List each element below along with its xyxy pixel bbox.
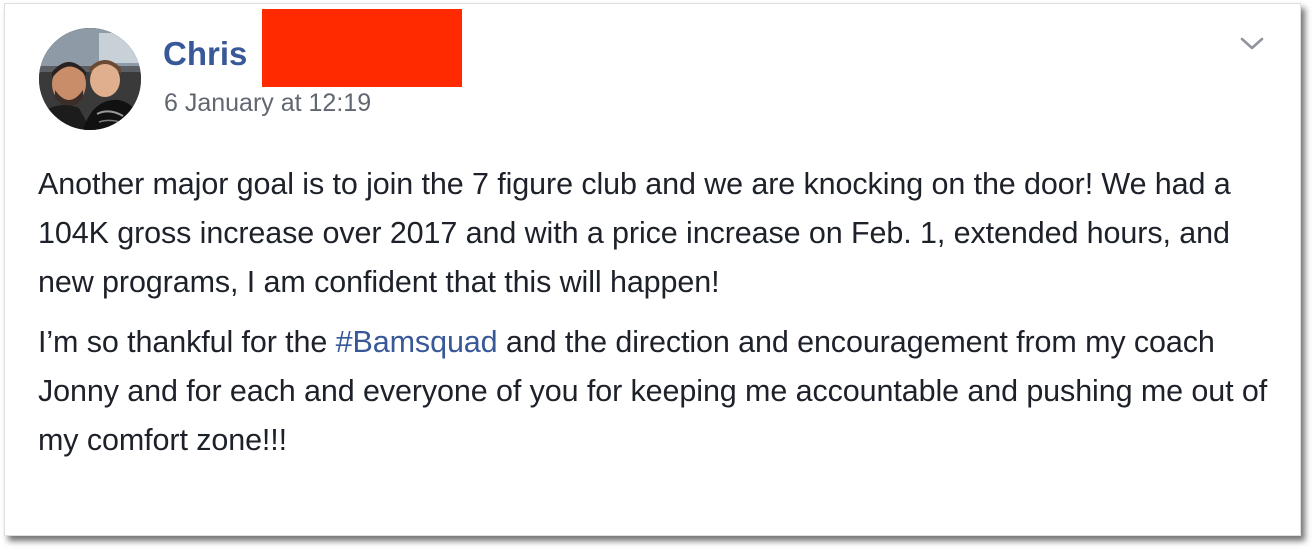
avatar-photo-icon <box>39 28 141 130</box>
chevron-down-icon[interactable] <box>1237 34 1267 54</box>
author-name[interactable]: Chris <box>163 34 247 74</box>
post-body: Another major goal is to join the 7 figu… <box>38 160 1288 465</box>
post-options-button[interactable] <box>1237 34 1267 54</box>
author-name-text[interactable]: Chris <box>163 35 247 72</box>
post-timestamp[interactable]: 6 January at 12:19 <box>164 87 371 119</box>
facebook-post-card: Chris 6 January at 12:19 Another major g… <box>4 3 1301 536</box>
hashtag-link[interactable]: #Bamsquad <box>336 325 498 359</box>
redaction-box <box>262 9 462 87</box>
post-paragraph-1: Another major goal is to join the 7 figu… <box>38 167 1231 299</box>
author-avatar[interactable] <box>39 28 141 130</box>
paragraph-2-text-before: I’m so thankful for the <box>38 325 336 359</box>
post-paragraph-2: I’m so thankful for the #Bamsquad and th… <box>38 318 1288 465</box>
